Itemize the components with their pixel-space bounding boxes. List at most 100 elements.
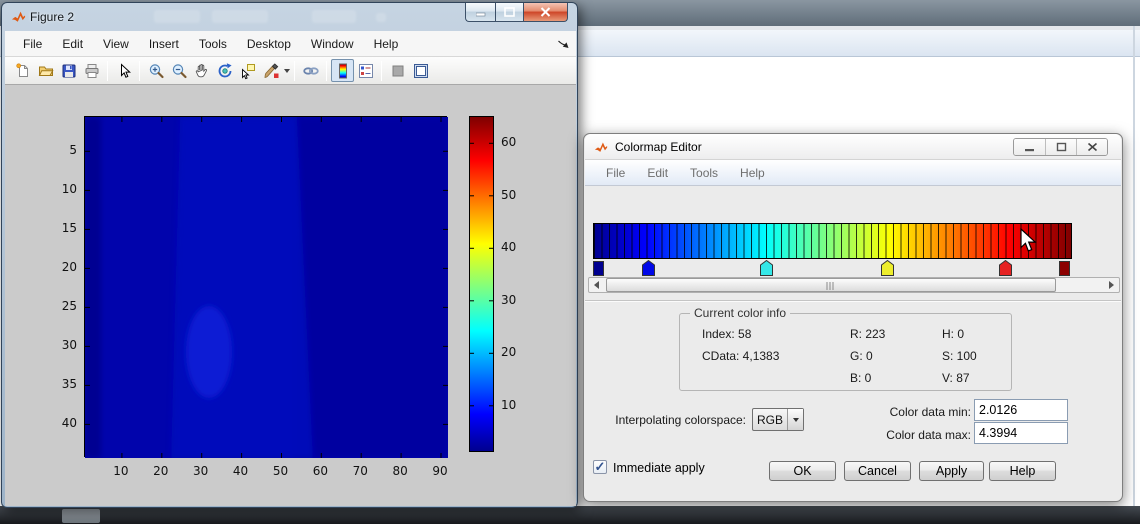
minimize-button[interactable] <box>465 3 495 22</box>
editor-window-title: Colormap Editor <box>615 140 702 154</box>
link-plot-icon[interactable] <box>299 59 322 82</box>
figure-menubar: FileEditViewInsertToolsDesktopWindowHelp <box>5 31 576 57</box>
color-info-v: V: 87 <box>942 371 970 385</box>
figure-menu-edit[interactable]: Edit <box>52 33 93 55</box>
minimize-button[interactable] <box>1014 139 1045 155</box>
figure-titlebar[interactable]: Figure 2 <box>2 3 577 30</box>
figure-canvas: 5101520253035401020304050607080901020304… <box>5 85 576 506</box>
chevron-down-icon[interactable] <box>787 409 803 430</box>
x-tick-label: 40 <box>224 464 258 478</box>
menu-overflow-icon[interactable] <box>557 39 570 53</box>
open-file-icon[interactable] <box>34 59 57 82</box>
rotate-3d-icon[interactable] <box>213 59 236 82</box>
figure-menu-desktop[interactable]: Desktop <box>237 33 301 55</box>
x-tick-label: 90 <box>423 464 457 478</box>
dock-figure-icon[interactable] <box>409 59 432 82</box>
scrollbar-thumb[interactable] <box>606 278 1056 292</box>
matlab-icon <box>594 140 608 154</box>
y-tick-label: 30 <box>45 338 77 352</box>
colorbar-tick-label: 30 <box>501 293 516 307</box>
editor-menu-tools[interactable]: Tools <box>679 162 729 184</box>
brush-icon[interactable] <box>259 59 282 82</box>
y-tick-label: 25 <box>45 299 77 313</box>
color-data-max-label: Color data max: <box>834 428 971 442</box>
apply-button[interactable]: Apply <box>919 461 984 481</box>
figure-menu-help[interactable]: Help <box>364 33 409 55</box>
current-color-info-group: Current color info Index: 58CData: 4,138… <box>679 313 1012 391</box>
color-info-s: S: 100 <box>942 349 977 363</box>
editor-menu-file[interactable]: File <box>595 162 636 184</box>
close-button[interactable] <box>523 3 568 22</box>
insert-legend-icon[interactable] <box>354 59 377 82</box>
immediate-apply-label: Immediate apply <box>613 461 705 475</box>
x-tick-label: 60 <box>303 464 337 478</box>
pan-icon[interactable] <box>190 59 213 82</box>
y-tick-label: 40 <box>45 416 77 430</box>
color-info-b: B: 0 <box>850 371 871 385</box>
print-figure-icon[interactable] <box>80 59 103 82</box>
new-figure-icon[interactable] <box>11 59 34 82</box>
x-tick-label: 70 <box>343 464 377 478</box>
cancel-button[interactable]: Cancel <box>844 461 911 481</box>
color-info-index: Index: 58 <box>702 327 751 341</box>
insert-colorbar-icon[interactable] <box>331 59 354 82</box>
scroll-left-icon[interactable] <box>589 278 604 292</box>
x-tick-label: 80 <box>383 464 417 478</box>
color-info-h: H: 0 <box>942 327 964 341</box>
titlebar-ghost-text <box>212 10 268 23</box>
close-button[interactable] <box>1076 139 1107 155</box>
image-plot[interactable] <box>84 116 447 457</box>
colorspace-value: RGB <box>753 413 787 427</box>
figure-window-title: Figure 2 <box>30 10 74 24</box>
colormap-strip[interactable] <box>593 223 1072 259</box>
help-button[interactable]: Help <box>989 461 1056 481</box>
save-figure-icon[interactable] <box>57 59 80 82</box>
figure-menu-insert[interactable]: Insert <box>139 33 189 55</box>
mouse-cursor <box>1020 228 1037 254</box>
color-info-r: R: 223 <box>850 327 885 341</box>
colorbar-tick-label: 60 <box>501 135 516 149</box>
colorbar-tick-label: 20 <box>501 345 516 359</box>
data-cursor-icon[interactable] <box>236 59 259 82</box>
maximize-button[interactable] <box>1045 139 1076 155</box>
toolbar-separator <box>107 61 108 81</box>
panel-divider <box>585 300 1121 302</box>
colormap-scrollbar[interactable] <box>588 277 1120 293</box>
ok-button[interactable]: OK <box>769 461 836 481</box>
editor-menu-help[interactable]: Help <box>729 162 776 184</box>
figure-menu-view[interactable]: View <box>93 33 139 55</box>
toolbar-separator <box>326 61 327 81</box>
y-tick-label: 20 <box>45 260 77 274</box>
x-tick-label: 30 <box>184 464 218 478</box>
color-data-max-input[interactable] <box>974 422 1068 444</box>
figure-toolbar <box>5 57 576 85</box>
colorspace-label: Interpolating colorspace: <box>584 413 746 427</box>
x-tick-label: 20 <box>144 464 178 478</box>
scrollbar-grip <box>827 282 836 290</box>
colorbar-tick-label: 10 <box>501 398 516 412</box>
figure-menu-window[interactable]: Window <box>301 33 364 55</box>
brush-dropdown-icon[interactable] <box>284 69 290 73</box>
zoom-out-icon[interactable] <box>167 59 190 82</box>
colormap-editor-window: Colormap Editor FileEditToolsHelp Curren… <box>583 133 1123 502</box>
figure-window: Figure 2 FileEditViewInsertToolsDesktopW… <box>1 2 578 508</box>
figure-menu-file[interactable]: File <box>13 33 52 55</box>
taskbar-item[interactable] <box>62 509 100 523</box>
plot-tools-off-icon[interactable] <box>386 59 409 82</box>
color-data-min-input[interactable] <box>974 399 1068 421</box>
scroll-right-icon[interactable] <box>1104 278 1119 292</box>
colorbar-tick-label: 40 <box>501 240 516 254</box>
titlebar-ghost-text <box>312 10 356 23</box>
maximize-button[interactable] <box>495 3 523 22</box>
editor-titlebar[interactable]: Colormap Editor <box>585 134 1121 160</box>
taskbar <box>0 506 1140 524</box>
titlebar-ghost-text <box>154 10 200 23</box>
zoom-in-icon[interactable] <box>144 59 167 82</box>
immediate-apply-checkbox[interactable]: ✓ <box>593 460 607 474</box>
group-legend: Current color info <box>690 306 790 320</box>
figure-menu-tools[interactable]: Tools <box>189 33 237 55</box>
pointer-icon[interactable] <box>112 59 135 82</box>
colorspace-dropdown[interactable]: RGB <box>752 408 804 431</box>
y-tick-label: 5 <box>45 143 77 157</box>
editor-menu-edit[interactable]: Edit <box>636 162 679 184</box>
